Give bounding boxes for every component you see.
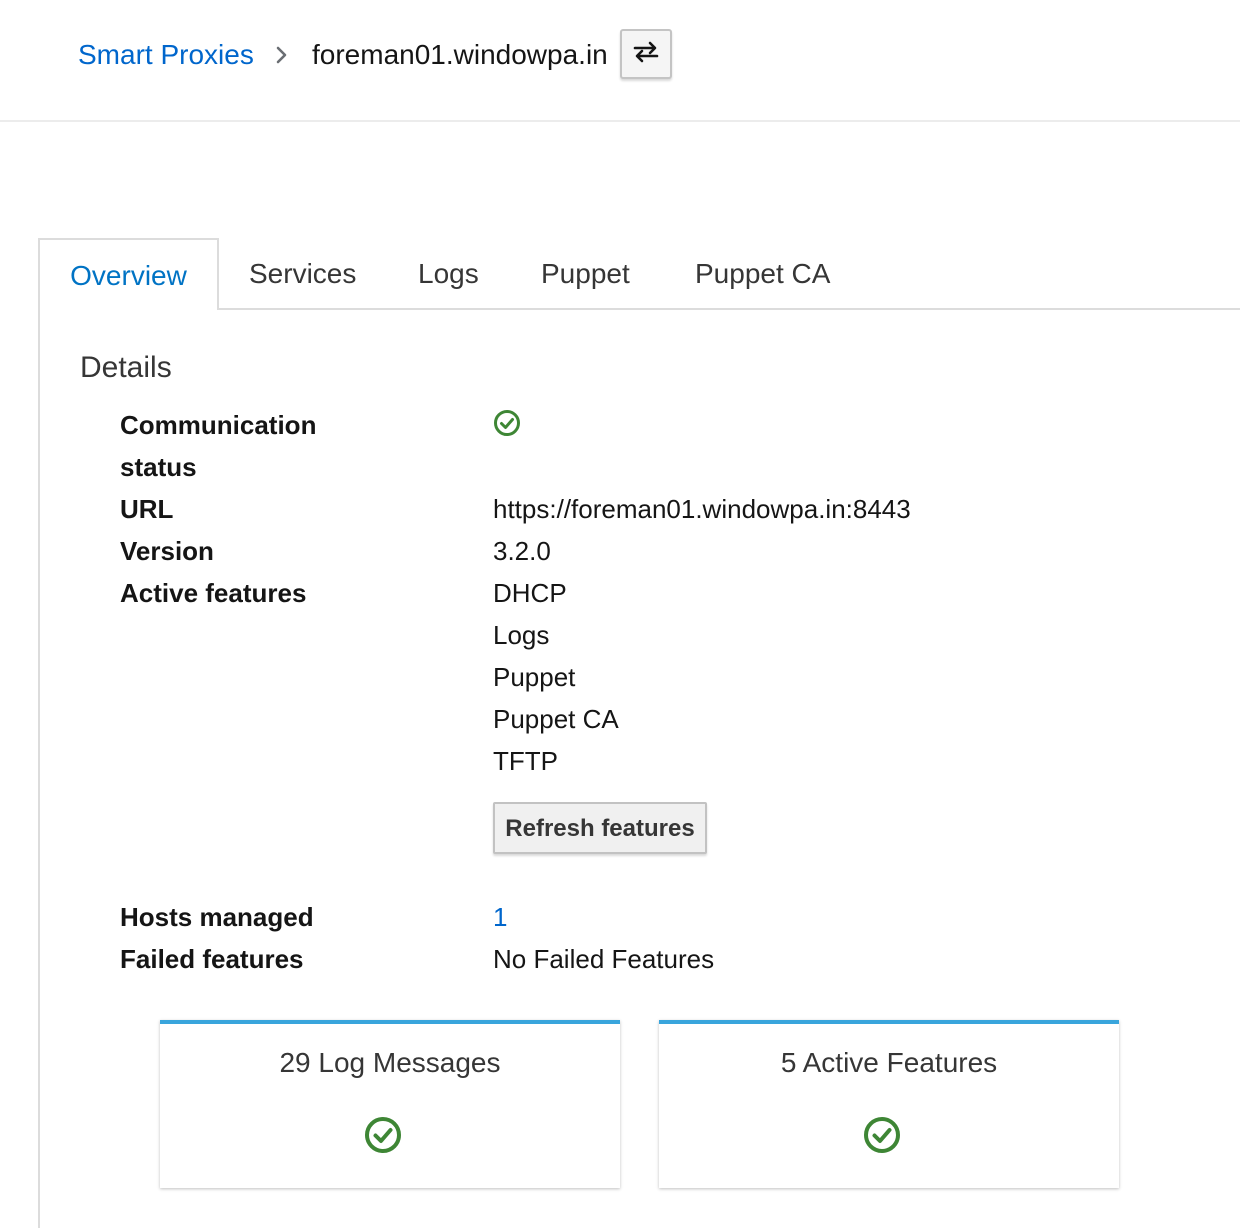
active-features-card[interactable]: 5 Active Features <box>659 1020 1119 1188</box>
tab-puppet[interactable]: Puppet <box>541 238 630 310</box>
url-label: URL <box>120 494 174 524</box>
check-circle-icon <box>863 1116 901 1154</box>
card-title: 29 Log Messages <box>279 1047 501 1078</box>
card-title: 5 Active Features <box>780 1047 998 1078</box>
check-circle-icon <box>493 409 521 437</box>
log-messages-card[interactable]: 29 Log Messages <box>160 1020 620 1188</box>
proxy-switcher-button[interactable] <box>620 29 672 79</box>
active-feature-item: DHCP <box>493 578 567 608</box>
version-label: Version <box>120 536 214 566</box>
active-feature-item: Logs <box>493 620 550 650</box>
hosts-managed-link[interactable]: 1 <box>493 896 507 938</box>
chevron-right-icon <box>272 44 292 66</box>
communication-status-label: Communication <box>120 410 317 440</box>
breadcrumb-smart-proxies-link[interactable]: Smart Proxies <box>78 38 254 72</box>
url-value: https://foreman01.windowpa.in:8443 <box>493 494 911 524</box>
check-circle-icon <box>364 1116 402 1154</box>
active-feature-item: Puppet CA <box>493 704 619 734</box>
switch-arrows-icon <box>632 40 660 69</box>
panel-border <box>38 308 40 1228</box>
tab-services[interactable]: Services <box>249 238 356 310</box>
active-features-label: Active features <box>120 578 307 608</box>
hosts-managed-label: Hosts managed <box>120 902 314 932</box>
failed-features-value: No Failed Features <box>493 944 715 974</box>
tab-bar: Overview Services Logs Puppet Puppet CA <box>38 238 1240 310</box>
refresh-features-button[interactable]: Refresh features <box>493 802 707 854</box>
failed-features-label: Failed features <box>120 944 304 974</box>
tab-logs[interactable]: Logs <box>418 238 479 310</box>
communication-status-label-line2: status <box>120 452 197 482</box>
active-feature-item: TFTP <box>493 746 558 776</box>
tab-overview[interactable]: Overview <box>38 238 219 310</box>
tab-puppet-ca[interactable]: Puppet CA <box>695 238 830 310</box>
page-header: Smart Proxies foreman01.windowpa.in <box>0 0 1240 122</box>
breadcrumb-current: foreman01.windowpa.in <box>312 39 608 70</box>
version-value: 3.2.0 <box>493 536 551 566</box>
active-feature-item: Puppet <box>493 662 576 692</box>
details-heading: Details <box>80 351 172 384</box>
